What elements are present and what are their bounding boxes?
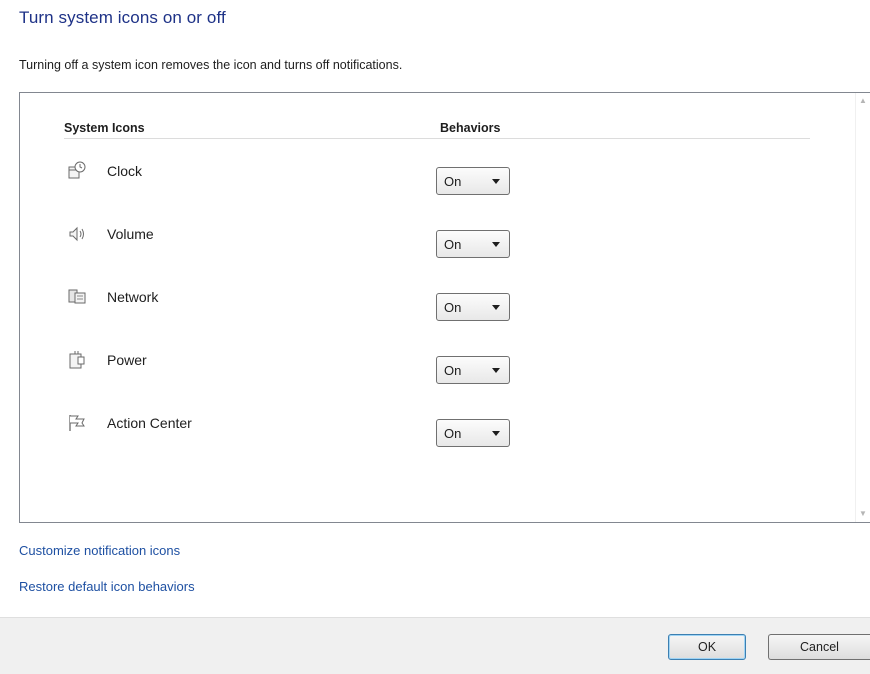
select-value: On bbox=[444, 174, 462, 189]
volume-behavior-select[interactable]: On bbox=[436, 230, 510, 258]
row-label: Clock bbox=[107, 163, 143, 179]
column-header-system-icons: System Icons bbox=[64, 121, 145, 135]
volume-icon bbox=[67, 224, 87, 244]
header-divider bbox=[64, 138, 810, 139]
clock-icon bbox=[67, 161, 87, 181]
page-description: Turning off a system icon removes the ic… bbox=[19, 58, 403, 72]
select-value: On bbox=[444, 237, 462, 252]
page-title: Turn system icons on or off bbox=[19, 8, 226, 27]
row-label: Power bbox=[107, 352, 147, 368]
system-icons-list: System Icons Behaviors Clock On Volume O… bbox=[19, 92, 870, 523]
chevron-down-icon bbox=[492, 431, 500, 436]
power-behavior-select[interactable]: On bbox=[436, 356, 510, 384]
clock-behavior-select[interactable]: On bbox=[436, 167, 510, 195]
action-center-behavior-select[interactable]: On bbox=[436, 419, 510, 447]
ok-button[interactable]: OK bbox=[668, 634, 746, 660]
row-label: Action Center bbox=[107, 415, 192, 431]
scroll-down-arrow-icon[interactable]: ▼ bbox=[859, 509, 867, 518]
row-label: Volume bbox=[107, 226, 154, 242]
scroll-up-arrow-icon[interactable]: ▲ bbox=[859, 96, 867, 105]
list-item-action-center: Action Center On bbox=[20, 415, 720, 451]
row-label: Network bbox=[107, 289, 159, 305]
column-header-behaviors: Behaviors bbox=[440, 121, 501, 135]
network-behavior-select[interactable]: On bbox=[436, 293, 510, 321]
power-icon bbox=[67, 350, 87, 370]
list-item-power: Power On bbox=[20, 350, 720, 388]
list-item-network: Network On bbox=[20, 289, 720, 325]
action-center-flag-icon bbox=[67, 413, 87, 433]
customize-notification-icons-link[interactable]: Customize notification icons bbox=[19, 543, 180, 558]
chevron-down-icon bbox=[492, 179, 500, 184]
chevron-down-icon bbox=[492, 368, 500, 373]
list-item-volume: Volume On bbox=[20, 226, 720, 262]
select-value: On bbox=[444, 300, 462, 315]
cancel-button[interactable]: Cancel bbox=[768, 634, 870, 660]
vertical-scrollbar[interactable]: ▲ ▼ bbox=[855, 93, 870, 522]
network-icon bbox=[67, 287, 87, 307]
dialog-footer: OK Cancel bbox=[0, 617, 870, 674]
list-item-clock: Clock On bbox=[20, 161, 720, 199]
select-value: On bbox=[444, 426, 462, 441]
chevron-down-icon bbox=[492, 242, 500, 247]
select-value: On bbox=[444, 363, 462, 378]
restore-default-behaviors-link[interactable]: Restore default icon behaviors bbox=[19, 579, 195, 594]
chevron-down-icon bbox=[492, 305, 500, 310]
